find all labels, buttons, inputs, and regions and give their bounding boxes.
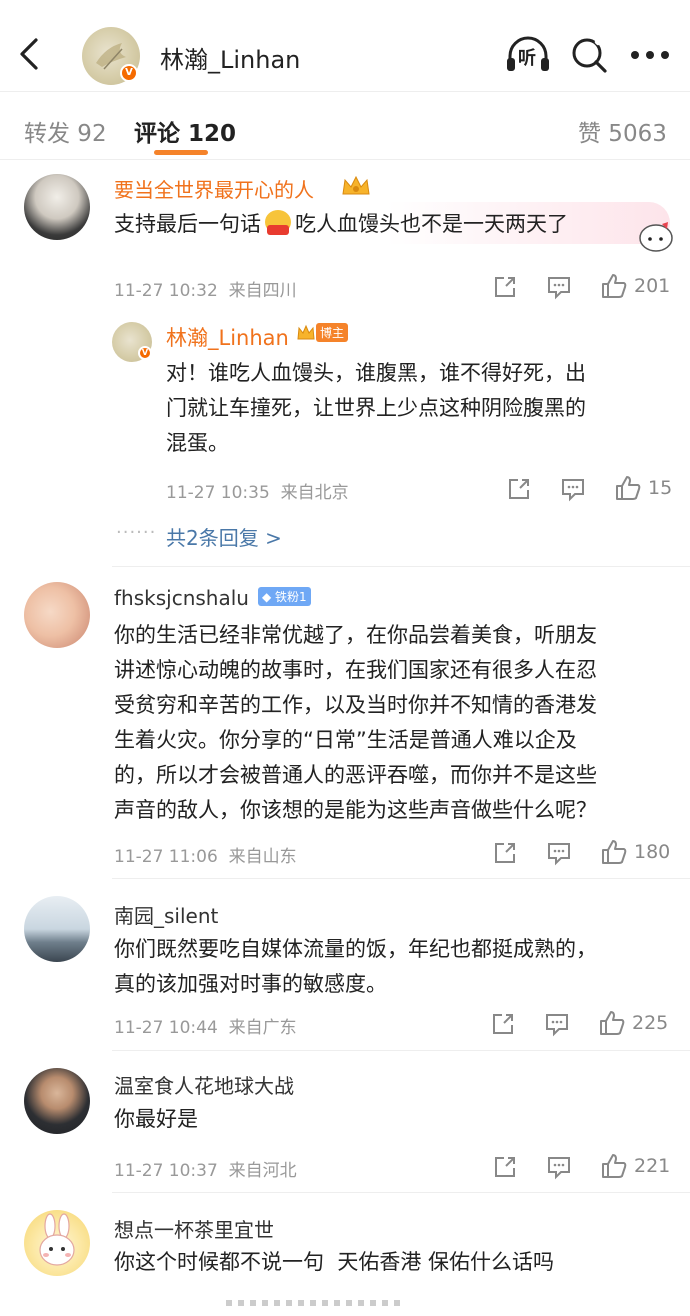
vip-crown-icon (340, 174, 372, 198)
like-thumb-icon[interactable] (600, 1152, 628, 1180)
comment-text: 你的生活已经非常优越了，在你品尝着美食，听朋友 讲述惊心动魄的故事时，在我们国家… (114, 623, 597, 822)
fan-badge: ◆ 铁粉1 (258, 586, 311, 606)
like-count: 225 (632, 1012, 669, 1034)
commenter-name[interactable]: 要当全世界最开心的人 (114, 174, 314, 203)
blogger-badge: 博主 (296, 322, 349, 343)
comment-text: 你们既然要吃自媒体流量的饭，年纪也都挺成熟的， 真的该加强对时事的敏感度。 (114, 937, 597, 996)
hello-kitty-sticker-icon (636, 218, 676, 256)
comment-icon[interactable] (546, 1154, 572, 1180)
verified-badge-icon: V (138, 346, 152, 360)
comment-meta: 11-27 11:06 来自山东 (114, 847, 297, 867)
listen-label: 听 (518, 48, 536, 69)
author-name[interactable]: 林瀚_Linhan (160, 40, 300, 75)
share-icon[interactable] (492, 274, 518, 300)
scroll-indicator (226, 1300, 406, 1306)
active-tab-indicator (154, 150, 208, 155)
divider (112, 1192, 690, 1193)
commenter-name[interactable]: fhsksjcnshalu (114, 586, 249, 610)
comment-icon[interactable] (560, 476, 586, 502)
commenter-avatar[interactable] (24, 1210, 90, 1276)
tab-repost[interactable]: 转发 92 (24, 114, 107, 148)
commenter-name[interactable]: 想点一杯茶里宜世 (114, 1214, 274, 1243)
search-icon[interactable] (570, 36, 608, 74)
comment-meta: 11-27 10:44 来自广东 (114, 1018, 297, 1038)
more-options-icon[interactable] (630, 50, 670, 60)
comment-text: 你最好是 (114, 1107, 198, 1131)
share-icon[interactable] (492, 840, 518, 866)
comment-icon[interactable] (544, 1011, 570, 1037)
like-count: 180 (634, 841, 671, 863)
commenter-avatar[interactable] (24, 174, 90, 240)
commenter-avatar[interactable] (24, 1068, 90, 1134)
like-thumb-icon[interactable] (600, 838, 628, 866)
tab-comments[interactable]: 评论 120 (134, 114, 236, 148)
like-thumb-icon[interactable] (600, 272, 628, 300)
commenter-avatar[interactable] (24, 582, 90, 648)
share-icon[interactable] (492, 1154, 518, 1180)
comment-text: 你这个时候都不说一句 天佑香港 保佑什么话吗 (114, 1250, 555, 1274)
crown-icon (297, 324, 315, 339)
share-icon[interactable] (506, 476, 532, 502)
reply-meta: 11-27 10:35 来自北京 (166, 483, 349, 503)
commenter-avatar[interactable] (24, 896, 90, 962)
comment-text: 支持最后一句话 互粉 吃人血馒头也不是一天两天了 (114, 207, 568, 247)
commenter-name[interactable]: 南园_silent (114, 900, 218, 929)
tab-likes[interactable]: 赞 5063 (578, 114, 667, 148)
like-count: 201 (634, 275, 671, 297)
bunny-icon (39, 1213, 75, 1266)
comment-icon[interactable] (546, 840, 572, 866)
divider (112, 1050, 690, 1051)
sticker-emoji: 互粉 (263, 209, 293, 247)
like-count: 221 (634, 1155, 671, 1177)
tab-bar: 转发 92 评论 120 赞 5063 (0, 96, 690, 160)
like-count: 15 (648, 477, 673, 499)
comment-meta: 11-27 10:32 来自四川 (114, 281, 297, 301)
listen-headphones-icon[interactable]: 听 (504, 34, 552, 74)
reply-author-name[interactable]: 林瀚_Linhan (166, 322, 289, 352)
top-bar: V 林瀚_Linhan 听 (0, 0, 690, 92)
comment-meta: 11-27 10:37 来自河北 (114, 1161, 297, 1181)
back-arrow-icon[interactable] (16, 36, 44, 72)
share-icon[interactable] (490, 1011, 516, 1037)
more-replies-link[interactable]: 共2条回复 > (166, 522, 282, 551)
reply-thread-dots: ······ (116, 522, 157, 543)
like-thumb-icon[interactable] (598, 1009, 626, 1037)
divider (112, 566, 690, 567)
comment-icon[interactable] (546, 274, 572, 300)
commenter-name[interactable]: 温室食人花地球大战 (114, 1070, 294, 1099)
divider (112, 878, 690, 879)
verified-badge-icon: V (120, 64, 138, 82)
like-thumb-icon[interactable] (614, 474, 642, 502)
reply-text: 对！谁吃人血馒头，谁腹黑，谁不得好死，出 门就让车撞死，让世界上少点这种阴险腹黑… (166, 361, 586, 455)
